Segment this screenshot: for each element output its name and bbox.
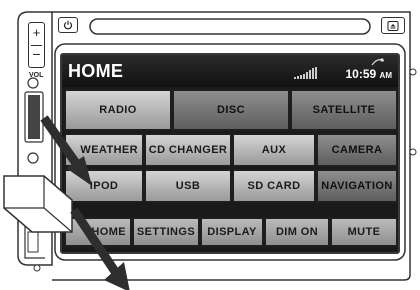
instruction-arrows [3, 115, 130, 290]
arrow-card-insert-icon [40, 115, 92, 186]
arrow-card-remove-icon [70, 207, 130, 290]
card-icon [3, 175, 73, 233]
